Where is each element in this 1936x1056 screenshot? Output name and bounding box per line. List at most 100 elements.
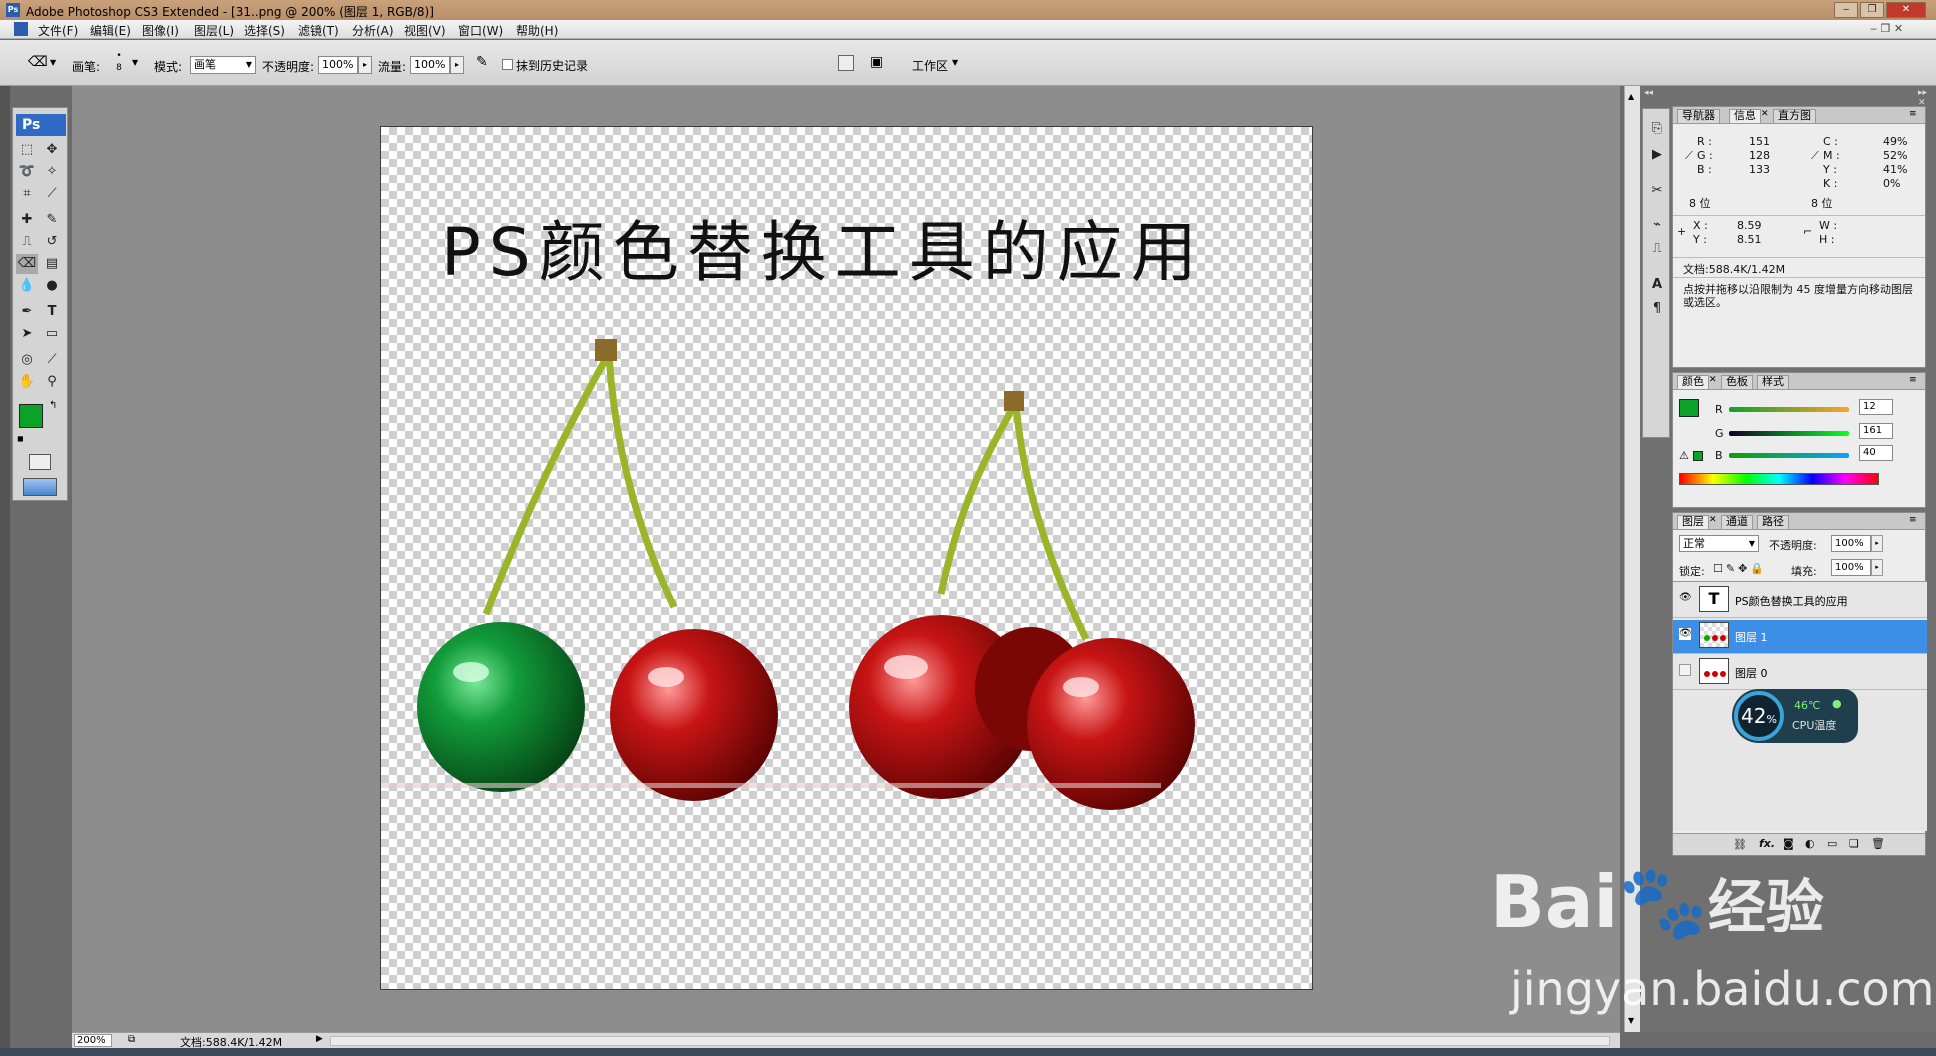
layer-row-selected[interactable]: 👁 图层 1	[1673, 620, 1927, 654]
eraser-tool-preset-icon[interactable]: ⌫	[28, 54, 48, 70]
scroll-up-icon[interactable]: ▲	[1628, 92, 1634, 101]
paragraph-panel-icon[interactable]: ¶	[1647, 299, 1667, 319]
layer-row-text[interactable]: 👁 T PS颜色替换工具的应用	[1673, 584, 1927, 618]
color-r-slider[interactable]	[1729, 407, 1849, 412]
default-colors-icon[interactable]: ◼	[17, 434, 24, 443]
lasso-tool-icon[interactable]: ➰	[16, 162, 38, 182]
blend-mode-select[interactable]: 正常 ▼	[1679, 535, 1759, 552]
actions-panel-icon[interactable]: ▶	[1647, 145, 1667, 165]
layer-visibility-eye-icon[interactable]: 👁	[1679, 592, 1692, 604]
maximize-button[interactable]: ❐	[1860, 2, 1884, 18]
menu-file[interactable]: 文件(F)	[38, 22, 78, 39]
flow-input[interactable]: 100%	[410, 56, 450, 74]
dock-collapse-icon[interactable]: ◂◂	[1644, 88, 1653, 98]
canvas-horizontal-scrollbar[interactable]	[330, 1036, 1610, 1046]
fill-arrow[interactable]: ▸	[1871, 559, 1883, 576]
bridge-icon[interactable]: ▣	[870, 54, 883, 70]
tab-paths[interactable]: 路径	[1757, 515, 1789, 529]
color-b-input[interactable]: 40	[1859, 445, 1893, 461]
menu-view[interactable]: 视图(V)	[404, 22, 446, 39]
color-fg-swatch[interactable]	[1679, 399, 1699, 417]
layers-panel-menu-icon[interactable]: ≡	[1909, 515, 1917, 525]
hand-tool-icon[interactable]: ✋	[16, 372, 38, 392]
brushes-panel-icon[interactable]: ⌁	[1647, 215, 1667, 235]
path-select-icon[interactable]: ➤	[16, 324, 38, 344]
move-tool-icon[interactable]: ✥	[41, 140, 63, 160]
color-r-input[interactable]: 12	[1859, 399, 1893, 415]
airbrush-icon[interactable]: ✎	[476, 54, 488, 70]
tab-info[interactable]: 信息	[1729, 109, 1761, 123]
tab-swatches[interactable]: 色板	[1721, 375, 1753, 389]
palette-well-icon[interactable]	[838, 55, 854, 71]
type-tool-icon[interactable]: T	[41, 302, 63, 322]
new-group-icon[interactable]: ▭	[1827, 837, 1837, 850]
layer-opacity-input[interactable]: 100%	[1831, 535, 1871, 552]
menu-edit[interactable]: 编辑(E)	[90, 22, 131, 39]
tab-channels[interactable]: 通道	[1721, 515, 1753, 529]
slice-tool-icon[interactable]: ⟋	[41, 184, 63, 204]
3d-tool-icon[interactable]: ◎	[16, 350, 38, 370]
tab-layers[interactable]: 图层	[1677, 515, 1709, 529]
cpu-temp-widget[interactable]: 42% 46℃ ● CPU温度	[1732, 689, 1858, 743]
tab-color[interactable]: 颜色	[1677, 375, 1709, 389]
color-panel-menu-icon[interactable]: ≡	[1909, 375, 1917, 385]
layer-row-hidden[interactable]: 图层 0	[1673, 656, 1927, 690]
layer-fx-icon[interactable]: fx.	[1759, 837, 1775, 850]
workspace-dropdown-icon[interactable]: ▼	[952, 58, 958, 67]
workspace-menu[interactable]: 工作区	[912, 57, 948, 74]
opacity-slider-button[interactable]: ▸	[358, 56, 372, 74]
pen-tool-icon[interactable]: ✒	[16, 302, 38, 322]
add-mask-icon[interactable]: ◙	[1783, 837, 1794, 850]
layer-opacity-arrow[interactable]: ▸	[1871, 535, 1883, 552]
tab-info-close-icon[interactable]: ✕	[1761, 109, 1769, 119]
brush-preview[interactable]: • 8	[112, 50, 126, 74]
tab-histogram[interactable]: 直方图	[1773, 109, 1816, 123]
tab-styles[interactable]: 样式	[1757, 375, 1789, 389]
flow-slider-button[interactable]: ▸	[450, 56, 464, 74]
history-panel-icon[interactable]: ⎘	[1647, 119, 1667, 139]
panel-menu-icon[interactable]: ≡	[1909, 109, 1917, 119]
menu-select[interactable]: 选择(S)	[244, 22, 285, 39]
gradient-tool-icon[interactable]: ▤	[41, 254, 63, 274]
brush-tool-icon[interactable]: ✎	[41, 210, 63, 230]
crop-tool-icon[interactable]: ⌗	[16, 184, 38, 204]
erase-history-checkbox[interactable]	[502, 59, 513, 70]
status-menu-arrow-icon[interactable]: ▶	[316, 1034, 323, 1044]
gamut-warning-icon[interactable]: ⚠	[1679, 449, 1689, 462]
menu-image[interactable]: 图像(I)	[142, 22, 179, 39]
doc-window-controls[interactable]: ‒ ❐ ✕	[1870, 22, 1903, 35]
menu-window[interactable]: 窗口(W)	[458, 22, 503, 39]
menu-filter[interactable]: 滤镜(T)	[298, 22, 339, 39]
clone-source-icon[interactable]: ⎍	[1647, 239, 1667, 259]
brush-dropdown-icon[interactable]: ▼	[132, 58, 138, 67]
tab-color-close-icon[interactable]: ✕	[1709, 375, 1717, 385]
color-g-slider[interactable]	[1729, 431, 1849, 436]
blur-tool-icon[interactable]: 💧	[16, 276, 38, 296]
shape-tool-icon[interactable]: ▭	[41, 324, 63, 344]
zoom-input[interactable]: 200%	[74, 1034, 112, 1047]
quick-mask-icon[interactable]	[29, 454, 51, 470]
tool-presets-icon[interactable]: ✂	[1647, 181, 1667, 201]
history-brush-icon[interactable]: ↺	[41, 232, 63, 252]
marquee-tool-icon[interactable]: ⬚	[16, 140, 38, 160]
screen-mode-icon[interactable]	[23, 478, 57, 496]
fill-input[interactable]: 100%	[1831, 559, 1871, 576]
color-spectrum-bar[interactable]	[1679, 473, 1879, 485]
swap-colors-icon[interactable]: ↰	[49, 400, 57, 411]
layer-visibility-empty[interactable]	[1679, 664, 1691, 676]
eyedropper-icon[interactable]: ⟋	[41, 350, 63, 370]
gamut-swatch[interactable]	[1693, 451, 1703, 461]
mode-select[interactable]: 画笔 ▼	[190, 56, 256, 74]
clone-stamp-icon[interactable]: ⎍	[16, 232, 38, 252]
healing-brush-icon[interactable]: ✚	[16, 210, 38, 230]
layer-visibility-eye-icon[interactable]: 👁	[1679, 628, 1692, 640]
tab-layers-close-icon[interactable]: ✕	[1709, 515, 1717, 525]
image-canvas[interactable]: PS颜色替换工具的应用	[380, 126, 1313, 990]
character-panel-icon[interactable]: A	[1647, 275, 1667, 295]
color-g-input[interactable]: 161	[1859, 423, 1893, 439]
magic-wand-icon[interactable]: ✧	[41, 162, 63, 182]
menu-analysis[interactable]: 分析(A)	[352, 22, 394, 39]
menu-layer[interactable]: 图层(L)	[194, 22, 234, 39]
opacity-input[interactable]: 100%	[318, 56, 358, 74]
close-button[interactable]: ✕	[1886, 2, 1926, 18]
